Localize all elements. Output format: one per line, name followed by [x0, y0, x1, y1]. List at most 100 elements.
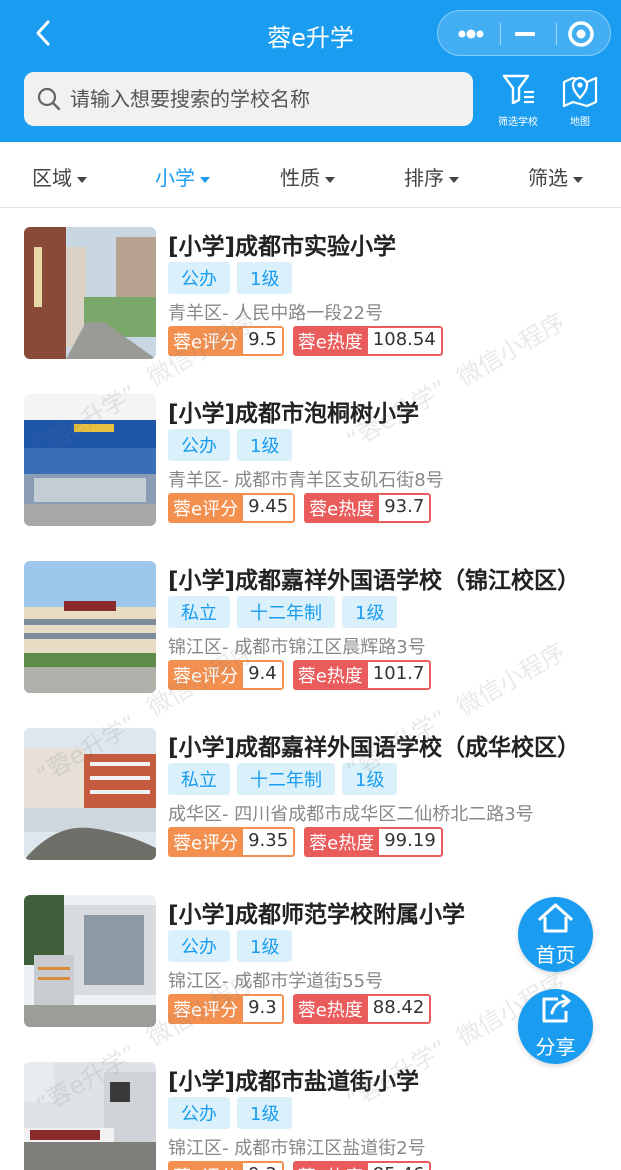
filter-level[interactable]: 小学: [155, 162, 210, 191]
rating-value: 9.3: [243, 1161, 284, 1170]
school-tag: 私立: [168, 763, 230, 795]
rating-badge: 蓉e评分 9.5: [168, 326, 284, 356]
school-tag: 公办: [168, 429, 230, 461]
rating-value: 9.35: [243, 827, 296, 857]
rating-label: 蓉e评分: [168, 827, 244, 857]
rating-badge: 蓉e评分 9.35: [168, 827, 296, 857]
heat-badge: 蓉e热度 101.7: [292, 660, 432, 690]
rating-label: 蓉e评分: [168, 493, 244, 523]
school-name: [小学]成都师范学校附属小学: [168, 902, 466, 928]
heat-value: 88.42: [367, 994, 432, 1024]
filter-label: 区域: [32, 166, 72, 190]
school-address: 青羊区- 成都市青羊区支矶石街8号: [168, 470, 444, 491]
filter-more[interactable]: 筛选: [528, 162, 583, 191]
minimize-icon: [515, 32, 535, 36]
header-bar: 蓉e升学 请输入想要搜索的学校名称 筛选学校 地图: [0, 0, 621, 142]
filter-type[interactable]: 性质: [280, 162, 335, 191]
school-address: 锦江区- 成都市学道街55号: [168, 971, 384, 992]
school-tag: 十二年制: [237, 596, 335, 628]
school-tag: 1级: [237, 262, 293, 294]
heat-badge: 蓉e热度 93.7: [304, 493, 432, 523]
rating-badge: 蓉e评分 9.45: [168, 493, 296, 523]
school-address: 锦江区- 成都市锦江区盐道街2号: [168, 1138, 426, 1159]
map-button[interactable]: 地图: [550, 72, 610, 128]
filter-label: 排序: [404, 166, 444, 190]
filter-label: 性质: [280, 166, 320, 190]
home-button[interactable]: 首页: [518, 897, 593, 972]
school-tag: 公办: [168, 930, 230, 962]
rating-value: 9.45: [243, 493, 296, 523]
school-card[interactable]: [小学]成都市盐道街小学 公办 1级 锦江区- 成都市锦江区盐道街2号 蓉e评分…: [0, 1044, 621, 1170]
rating-badge: 蓉e评分9.3: [168, 1161, 284, 1170]
rating-value: 9.5: [243, 326, 284, 356]
heat-label: 蓉e热度: [292, 1161, 368, 1170]
close-target-icon: [568, 21, 594, 47]
heat-badge: 蓉e热度85.46: [292, 1161, 432, 1170]
minimize-button[interactable]: [496, 11, 554, 57]
caret-down-icon: [573, 176, 583, 183]
heat-badge: 蓉e热度 108.54: [292, 326, 443, 356]
school-name: [小学]成都市实验小学: [168, 234, 397, 260]
school-card[interactable]: [小学]成都嘉祥外国语学校（成华校区） 私立 十二年制 1级 成华区- 四川省成…: [0, 710, 621, 878]
heat-badge: 蓉e热度 88.42: [292, 994, 432, 1024]
caret-down-icon: [77, 176, 87, 183]
school-card[interactable]: [小学]成都嘉祥外国语学校（锦江校区） 私立 十二年制 1级 锦江区- 成都市锦…: [0, 543, 621, 711]
share-icon: [542, 994, 571, 1023]
school-tag: 1级: [342, 763, 398, 795]
heat-value: 85.46: [367, 1161, 432, 1170]
map-label: 地图: [570, 117, 590, 128]
filter-school-button[interactable]: 筛选学校: [488, 72, 548, 128]
school-tag: 1级: [237, 429, 293, 461]
home-icon: [538, 903, 573, 933]
school-tag: 1级: [237, 930, 293, 962]
mini-program-capsule: [437, 10, 611, 56]
school-name: [小学]成都市泡桐树小学: [168, 401, 420, 427]
rating-badge: 蓉e评分 9.4: [168, 660, 284, 690]
school-photo: [24, 895, 156, 1027]
filter-label: 小学: [155, 166, 195, 190]
school-card[interactable]: [小学]成都市实验小学 公办 1级 青羊区- 人民中路一段22号 蓉e评分 9.5…: [0, 209, 621, 377]
filter-region[interactable]: 区域: [32, 162, 87, 191]
school-photo: [24, 394, 156, 526]
heat-value: 108.54: [367, 326, 443, 356]
school-address: 锦江区- 成都市锦江区晨辉路3号: [168, 637, 426, 658]
filter-funnel-icon: [502, 74, 534, 105]
rating-badge: 蓉e评分9.3: [168, 994, 284, 1024]
filter-school-label: 筛选学校: [498, 117, 538, 128]
school-tag: 公办: [168, 1097, 230, 1129]
caret-down-icon: [449, 176, 459, 183]
rating-label: 蓉e评分: [168, 994, 244, 1024]
school-photo: [24, 728, 156, 860]
rating-label: 蓉e评分: [168, 326, 244, 356]
heat-label: 蓉e热度: [292, 326, 368, 356]
heat-label: 蓉e热度: [304, 493, 380, 523]
heat-label: 蓉e热度: [292, 994, 368, 1024]
heat-value: 99.19: [379, 827, 443, 857]
filter-label: 筛选: [528, 166, 568, 190]
caret-down-icon: [200, 176, 210, 183]
home-label: 首页: [535, 943, 576, 967]
school-photo: [24, 1062, 156, 1170]
school-card[interactable]: [小学]成都市泡桐树小学 公办 1级 青羊区- 成都市青羊区支矶石街8号 蓉e评…: [0, 376, 621, 544]
search-box[interactable]: [24, 72, 473, 126]
heat-badge: 蓉e热度 99.19: [304, 827, 443, 857]
school-address: 青羊区- 人民中路一段22号: [168, 303, 384, 324]
more-button[interactable]: [442, 11, 500, 57]
rating-value: 9.4: [243, 660, 284, 690]
heat-label: 蓉e热度: [292, 660, 368, 690]
share-label: 分享: [535, 1035, 576, 1059]
share-button[interactable]: 分享: [518, 989, 593, 1064]
map-pin-icon: [562, 76, 598, 108]
school-name: [小学]成都嘉祥外国语学校（锦江校区）: [168, 568, 581, 594]
heat-value: 93.7: [379, 493, 432, 523]
school-tag: 1级: [342, 596, 398, 628]
filter-bar: 区域 小学 性质 排序 筛选: [0, 142, 621, 208]
school-photo: [24, 227, 156, 359]
school-tag: 公办: [168, 262, 230, 294]
search-input[interactable]: [70, 87, 450, 111]
close-button[interactable]: [552, 11, 610, 57]
heat-label: 蓉e热度: [304, 827, 380, 857]
more-dots-icon: [458, 29, 484, 39]
filter-sort[interactable]: 排序: [404, 162, 459, 191]
heat-value: 101.7: [367, 660, 432, 690]
